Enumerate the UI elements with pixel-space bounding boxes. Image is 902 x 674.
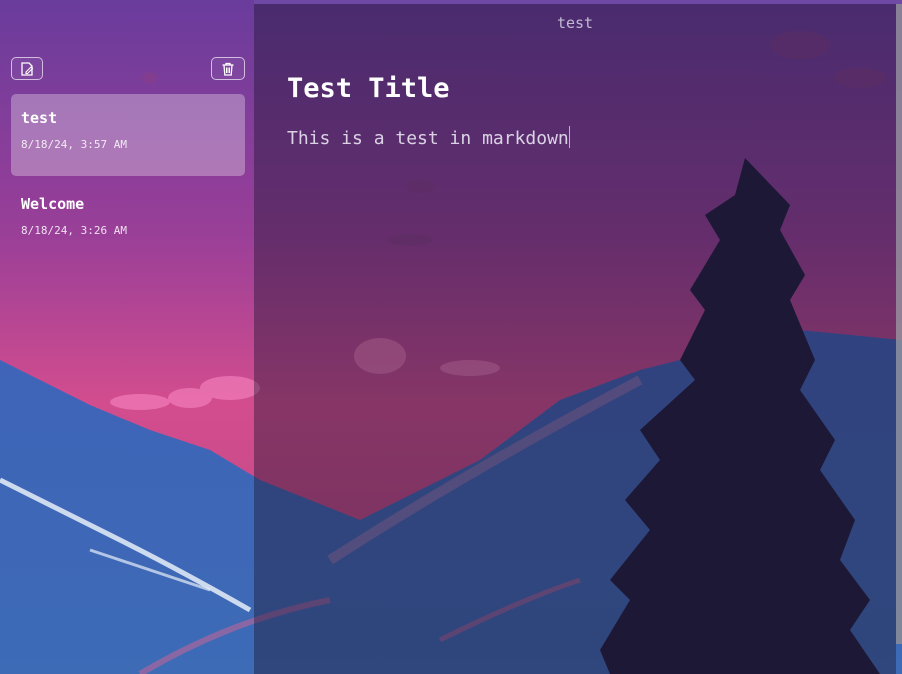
document-body[interactable]: This is a test in markdown xyxy=(287,126,571,149)
note-title: test xyxy=(21,109,58,127)
note-date: 8/18/24, 3:26 AM xyxy=(21,224,127,237)
editor-pane[interactable] xyxy=(254,4,896,674)
compose-icon xyxy=(21,61,34,76)
new-note-button[interactable] xyxy=(11,57,43,80)
document-heading[interactable]: Test Title xyxy=(287,73,450,104)
editor-scrollbar[interactable] xyxy=(896,4,902,644)
sidebar: test 8/18/24, 3:57 AM Welcome 8/18/24, 3… xyxy=(0,0,254,674)
note-list-item[interactable]: Welcome 8/18/24, 3:26 AM xyxy=(11,180,245,262)
trash-icon xyxy=(222,62,234,76)
note-date: 8/18/24, 3:57 AM xyxy=(21,138,127,151)
note-list-item[interactable]: test 8/18/24, 3:57 AM xyxy=(11,94,245,176)
text-caret xyxy=(568,126,571,148)
window-title: test xyxy=(556,14,594,32)
delete-note-button[interactable] xyxy=(211,57,245,80)
note-title: Welcome xyxy=(21,195,85,213)
document-text: This is a test in markdown xyxy=(287,128,569,149)
